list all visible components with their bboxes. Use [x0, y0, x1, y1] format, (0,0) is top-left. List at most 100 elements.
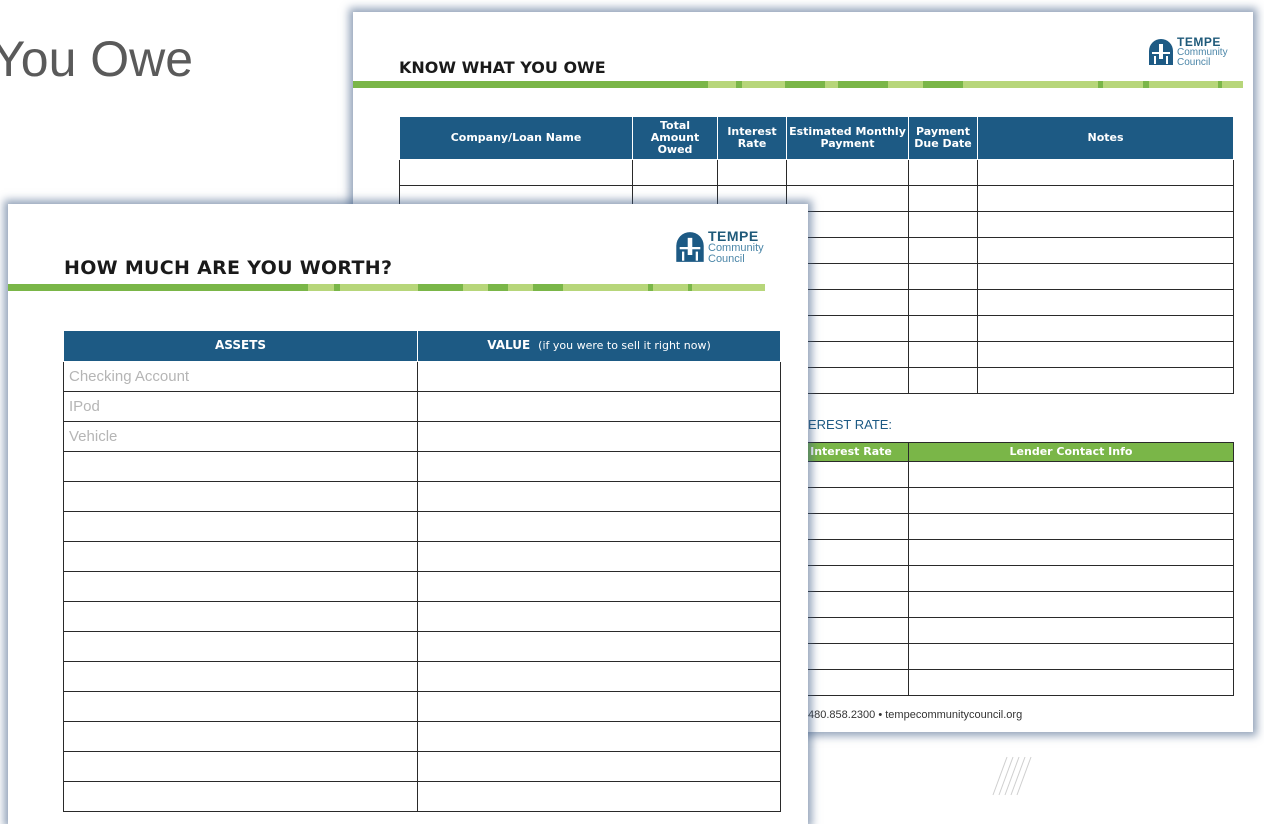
- heading-rule: [8, 284, 765, 291]
- column-header-assets: ASSETS: [63, 330, 418, 362]
- table-cell[interactable]: [63, 481, 418, 512]
- table-row: [63, 601, 781, 632]
- table-cell[interactable]: [977, 367, 1234, 394]
- table-row: Checking Account: [63, 361, 781, 392]
- table-cell[interactable]: [417, 361, 781, 392]
- table-cell[interactable]: [417, 571, 781, 602]
- table-row: [793, 513, 1234, 540]
- table-cell[interactable]: [908, 237, 978, 264]
- table-cell[interactable]: [63, 571, 418, 602]
- column-header-interest-rate: Interest Rate: [717, 116, 787, 160]
- table-row: [63, 631, 781, 662]
- table-cell[interactable]: [417, 661, 781, 692]
- lighthouse-icon: [676, 232, 704, 262]
- table-cell[interactable]: [717, 159, 787, 186]
- slide-title: You Owe: [0, 31, 194, 87]
- table-cell[interactable]: [417, 391, 781, 422]
- assets-table-body: Checking Account IPod Vehicle: [63, 361, 781, 812]
- table-row: [793, 487, 1234, 514]
- table-cell[interactable]: [908, 487, 1234, 514]
- table-cell[interactable]: [908, 367, 978, 394]
- table-cell[interactable]: [417, 511, 781, 542]
- table-cell[interactable]: [908, 289, 978, 316]
- table-cell[interactable]: [793, 643, 909, 670]
- table-cell[interactable]: [793, 565, 909, 592]
- table-cell[interactable]: [417, 691, 781, 722]
- table-cell[interactable]: [977, 289, 1234, 316]
- assets-table: ASSETS VALUE (if you were to sell it righ…: [63, 330, 781, 812]
- table-cell[interactable]: Vehicle: [63, 421, 418, 452]
- table-cell[interactable]: [977, 185, 1234, 212]
- table-cell[interactable]: [63, 451, 418, 482]
- table-row: [793, 643, 1234, 670]
- table-cell[interactable]: [908, 617, 1234, 644]
- table-cell[interactable]: IPod: [63, 391, 418, 422]
- table-cell[interactable]: [977, 211, 1234, 238]
- logo-text-line3: Council: [708, 253, 745, 265]
- table-cell[interactable]: [908, 461, 1234, 488]
- table-cell[interactable]: [793, 539, 909, 566]
- column-header-interest-rate: Interest Rate: [793, 442, 909, 462]
- lender-table-body: [793, 461, 1234, 696]
- table-cell[interactable]: [417, 541, 781, 572]
- table-cell[interactable]: [399, 159, 633, 186]
- table-cell[interactable]: [63, 691, 418, 722]
- sheet-heading: HOW MUCH ARE YOU WORTH?: [64, 257, 393, 279]
- table-cell[interactable]: [793, 487, 909, 514]
- table-cell[interactable]: [908, 341, 978, 368]
- table-cell[interactable]: [977, 315, 1234, 342]
- table-cell[interactable]: [63, 721, 418, 752]
- table-cell[interactable]: [417, 751, 781, 782]
- table-cell[interactable]: [908, 643, 1234, 670]
- column-header-notes: Notes: [977, 116, 1234, 160]
- table-cell[interactable]: [793, 669, 909, 696]
- table-cell[interactable]: [908, 185, 978, 212]
- table-cell[interactable]: [793, 591, 909, 618]
- table-cell[interactable]: [417, 451, 781, 482]
- how-much-are-you-worth-sheet: HOW MUCH ARE YOU WORTH? TEMPE Community …: [8, 204, 808, 824]
- table-row: [63, 481, 781, 512]
- table-row: [63, 751, 781, 782]
- table-cell[interactable]: [63, 751, 418, 782]
- column-header-value-note: (if you were to sell it right now): [538, 339, 711, 353]
- table-cell[interactable]: [908, 539, 1234, 566]
- table-row: [63, 691, 781, 722]
- table-row: [63, 511, 781, 542]
- table-cell[interactable]: [417, 601, 781, 632]
- table-cell[interactable]: [908, 565, 1234, 592]
- table-cell[interactable]: [977, 159, 1234, 186]
- table-cell[interactable]: [908, 591, 1234, 618]
- table-cell[interactable]: [63, 661, 418, 692]
- table-cell[interactable]: [417, 631, 781, 662]
- table-cell[interactable]: [977, 341, 1234, 368]
- table-cell[interactable]: [908, 315, 978, 342]
- table-cell[interactable]: [632, 159, 718, 186]
- table-cell[interactable]: [793, 513, 909, 540]
- lighthouse-icon: [1149, 39, 1173, 65]
- table-cell[interactable]: [977, 237, 1234, 264]
- table-row: [63, 661, 781, 692]
- table-cell[interactable]: [417, 481, 781, 512]
- table-cell[interactable]: [908, 263, 978, 290]
- table-header-row: Company/Loan Name Total Amount Owed Inte…: [399, 116, 1234, 160]
- table-cell[interactable]: [908, 211, 978, 238]
- lender-table: Interest Rate Lender Contact Info: [793, 442, 1234, 696]
- table-cell[interactable]: [63, 631, 418, 662]
- table-row: [793, 617, 1234, 644]
- table-cell[interactable]: [977, 263, 1234, 290]
- table-cell[interactable]: [63, 601, 418, 632]
- tempe-community-council-logo: TEMPE Community Council: [675, 229, 764, 265]
- table-cell[interactable]: [793, 461, 909, 488]
- table-cell[interactable]: [63, 511, 418, 542]
- table-cell[interactable]: [786, 159, 909, 186]
- table-cell[interactable]: [417, 721, 781, 752]
- table-cell[interactable]: [63, 541, 418, 572]
- table-cell[interactable]: [908, 669, 1234, 696]
- table-row: [63, 541, 781, 572]
- table-cell[interactable]: [793, 617, 909, 644]
- table-cell[interactable]: [417, 421, 781, 452]
- sheet-heading: KNOW WHAT YOU OWE: [399, 58, 606, 77]
- table-cell[interactable]: Checking Account: [63, 361, 418, 392]
- table-cell[interactable]: [908, 159, 978, 186]
- table-cell[interactable]: [908, 513, 1234, 540]
